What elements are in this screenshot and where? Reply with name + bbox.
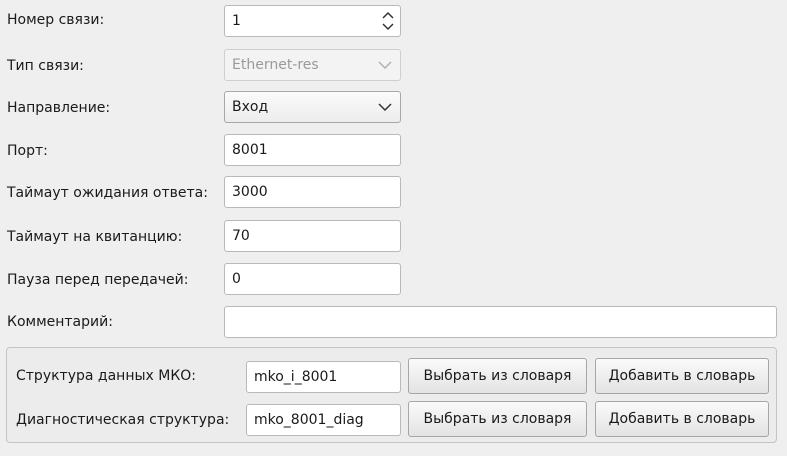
response-timeout-input[interactable]: 3000: [224, 176, 401, 208]
mko-diag-structure-label: Диагностическая структура:: [16, 412, 230, 428]
ack-timeout-input[interactable]: 70: [224, 220, 401, 252]
link-number-label: Номер связи:: [7, 12, 105, 28]
mko-data-structure-label: Структура данных МКО:: [16, 368, 197, 384]
link-type-label: Тип связи:: [7, 58, 84, 74]
comment-input[interactable]: [224, 306, 777, 338]
pause-before-send-input[interactable]: 0: [224, 263, 401, 295]
link-settings-form: Номер связи: 1 Тип связи: Ethernet-res Н…: [0, 0, 787, 456]
port-input[interactable]: 8001: [224, 134, 401, 166]
port-label: Порт:: [7, 143, 48, 159]
mko-data-structure-input[interactable]: mko_i_8001: [246, 361, 401, 393]
up-down-spinner-icon[interactable]: [381, 9, 395, 33]
chevron-down-icon[interactable]: [378, 92, 392, 122]
link-type-combobox: Ethernet-res: [224, 49, 401, 81]
direction-label: Направление:: [7, 100, 111, 116]
comment-label: Комментарий:: [7, 314, 113, 330]
mko-diag-select-from-dictionary-button[interactable]: Выбрать из словаря: [408, 401, 587, 437]
link-type-value: Ethernet-res: [232, 57, 319, 73]
mko-structures-group: Структура данных МКО: mko_i_8001 Выбрать…: [6, 347, 777, 443]
mko-data-add-to-dictionary-button[interactable]: Добавить в словарь: [595, 358, 769, 394]
link-number-spinbox[interactable]: 1: [224, 5, 401, 37]
pause-before-send-label: Пауза перед передачей:: [7, 272, 189, 288]
direction-value: Вход: [232, 99, 269, 115]
direction-combobox[interactable]: Вход: [224, 91, 401, 123]
ack-timeout-label: Таймаут на квитанцию:: [7, 229, 183, 245]
mko-diag-structure-input[interactable]: mko_8001_diag: [246, 404, 401, 436]
response-timeout-label: Таймаут ожидания ответа:: [7, 185, 208, 201]
chevron-down-icon: [378, 50, 392, 80]
mko-data-select-from-dictionary-button[interactable]: Выбрать из словаря: [408, 358, 587, 394]
mko-diag-add-to-dictionary-button[interactable]: Добавить в словарь: [595, 401, 769, 437]
link-number-value: 1: [232, 13, 241, 29]
